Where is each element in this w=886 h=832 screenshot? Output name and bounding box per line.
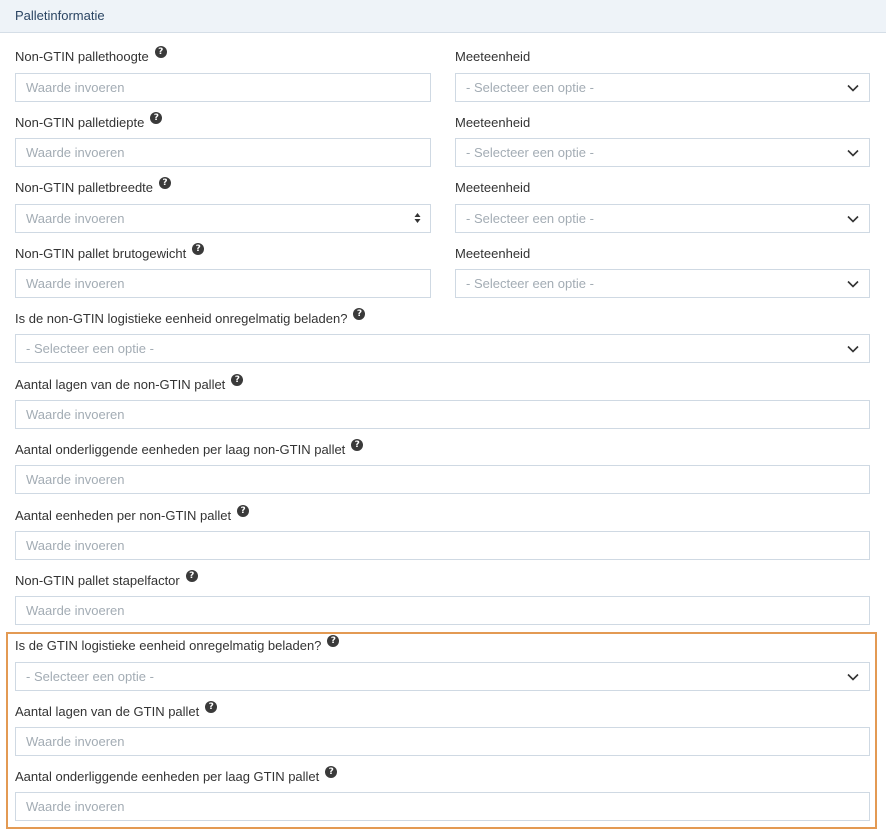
label-gtin-irregular: Is de GTIN logistieke eenheid onregelmat… (15, 635, 340, 654)
chevron-down-icon (847, 280, 859, 288)
non-gtin-units-per-pallet-input[interactable] (15, 531, 870, 560)
panel-title: Palletinformatie (15, 8, 105, 23)
select-placeholder: - Selecteer een optie - (466, 145, 594, 160)
label-pallet-gross-weight: Non-GTIN pallet brutogewicht ? (15, 243, 205, 262)
label-text: Meeteenheid (455, 245, 531, 261)
gtin-units-per-layer-input[interactable] (15, 792, 870, 821)
label-non-gtin-units-per-pallet: Aantal eenheden per non-GTIN pallet ? (15, 505, 250, 524)
help-icon[interactable]: ? (325, 766, 338, 778)
label-unit-depth: Meeteenheid (455, 113, 530, 131)
label-text: Meeteenheid (455, 179, 531, 195)
label-text: Meeteenheid (455, 114, 531, 130)
help-icon[interactable]: ? (231, 374, 244, 386)
label-non-gtin-irregular: Is de non-GTIN logistieke eenheid onrege… (15, 308, 366, 327)
chevron-down-icon (847, 673, 859, 681)
unit-weight-select[interactable]: - Selecteer een optie - (455, 269, 870, 298)
non-gtin-units-per-layer-input[interactable] (15, 465, 870, 494)
label-gtin-units-per-layer: Aantal onderliggende eenheden per laag G… (15, 766, 338, 785)
panel-header: Palletinformatie (0, 0, 886, 33)
pallet-depth-input[interactable] (15, 138, 431, 167)
help-icon[interactable]: ? (185, 570, 198, 582)
pallet-width-input[interactable] (15, 204, 431, 233)
label-text: Non-GTIN pallet stapelfactor (15, 572, 180, 588)
select-placeholder: - Selecteer een optie - (466, 80, 594, 95)
help-icon[interactable]: ? (159, 177, 172, 189)
label-non-gtin-stacking-factor: Non-GTIN pallet stapelfactor ? (15, 570, 198, 589)
pallet-width-field (15, 204, 431, 233)
label-gtin-layers: Aantal lagen van de GTIN pallet ? (15, 701, 218, 720)
label-text: Aantal eenheden per non-GTIN pallet (15, 507, 232, 523)
non-gtin-layers-input[interactable] (15, 400, 870, 429)
help-icon[interactable]: ? (353, 308, 366, 320)
unit-height-select[interactable]: - Selecteer een optie - (455, 73, 870, 102)
select-placeholder: - Selecteer een optie - (26, 669, 154, 684)
help-icon[interactable]: ? (327, 635, 340, 647)
chevron-down-icon (847, 215, 859, 223)
help-icon[interactable]: ? (237, 505, 250, 517)
label-non-gtin-units-per-layer: Aantal onderliggende eenheden per laag n… (15, 439, 364, 458)
label-text: Meeteenheid (455, 48, 531, 64)
label-text: Non-GTIN palletbreedte (15, 179, 154, 195)
spinner-arrows-icon[interactable] (414, 212, 421, 224)
chevron-down-icon (847, 84, 859, 92)
label-non-gtin-layers: Aantal lagen van de non-GTIN pallet ? (15, 374, 244, 393)
chevron-down-icon (847, 345, 859, 353)
label-pallet-width: Non-GTIN palletbreedte ? (15, 177, 172, 196)
label-pallet-height: Non-GTIN pallethoogte ? (15, 46, 167, 65)
gtin-irregular-select[interactable]: - Selecteer een optie - (15, 662, 870, 691)
label-text: Non-GTIN palletdiepte (15, 114, 145, 130)
unit-width-select[interactable]: - Selecteer een optie - (455, 204, 870, 233)
label-text: Aantal onderliggende eenheden per laag G… (15, 768, 320, 784)
select-placeholder: - Selecteer een optie - (466, 276, 594, 291)
label-unit-weight: Meeteenheid (455, 244, 530, 262)
pallet-gross-weight-input[interactable] (15, 269, 431, 298)
label-text: Non-GTIN pallet brutogewicht (15, 245, 187, 261)
label-unit-width: Meeteenheid (455, 178, 530, 196)
help-icon[interactable]: ? (205, 701, 218, 713)
help-icon[interactable]: ? (192, 243, 205, 255)
label-text: Is de non-GTIN logistieke eenheid onrege… (15, 310, 348, 326)
help-icon[interactable]: ? (351, 439, 364, 451)
select-placeholder: - Selecteer een optie - (26, 341, 154, 356)
label-unit-height: Meeteenheid (455, 47, 530, 65)
gtin-layers-input[interactable] (15, 727, 870, 756)
label-text: Aantal lagen van de non-GTIN pallet (15, 376, 226, 392)
non-gtin-irregular-select[interactable]: - Selecteer een optie - (15, 334, 870, 363)
non-gtin-stacking-factor-input[interactable] (15, 596, 870, 625)
help-icon[interactable]: ? (154, 46, 167, 58)
label-pallet-depth: Non-GTIN palletdiepte ? (15, 112, 163, 131)
label-text: Aantal onderliggende eenheden per laag n… (15, 441, 346, 457)
unit-depth-select[interactable]: - Selecteer een optie - (455, 138, 870, 167)
pallet-height-input[interactable] (15, 73, 431, 102)
help-icon[interactable]: ? (150, 112, 163, 124)
label-text: Non-GTIN pallethoogte (15, 48, 149, 64)
chevron-down-icon (847, 149, 859, 157)
label-text: Aantal lagen van de GTIN pallet (15, 703, 200, 719)
label-text: Is de GTIN logistieke eenheid onregelmat… (15, 637, 322, 653)
select-placeholder: - Selecteer een optie - (466, 211, 594, 226)
